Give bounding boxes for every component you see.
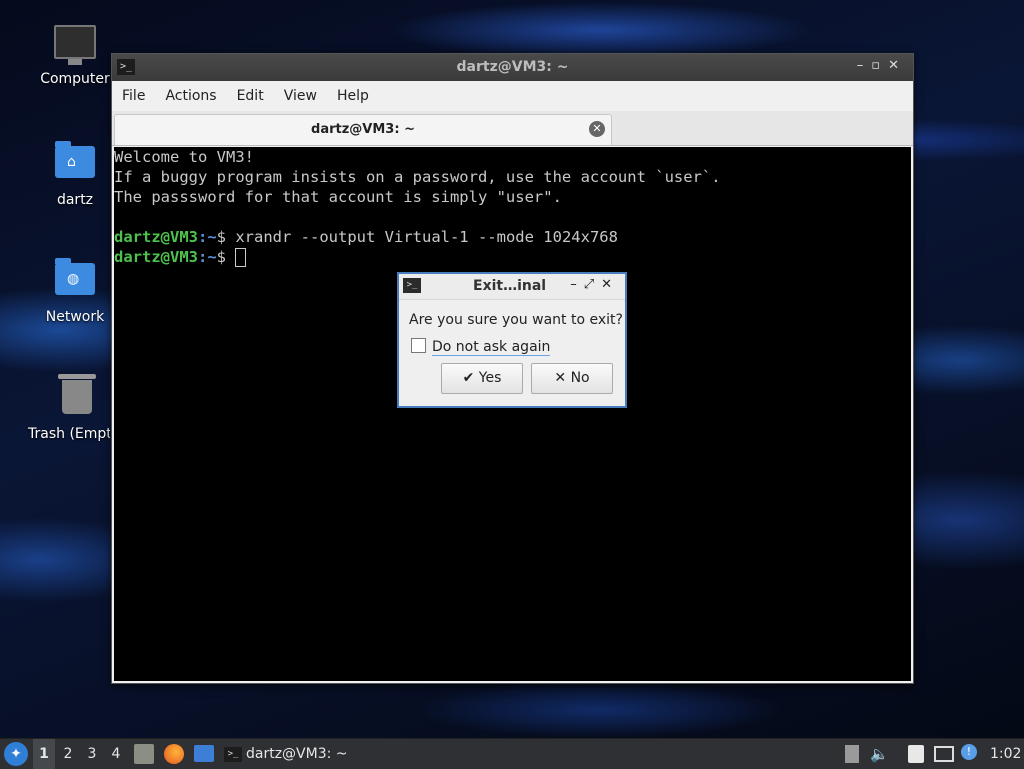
terminal-prompt-line: dartz@VM3:~$	[114, 247, 911, 267]
terminal-command-line: dartz@VM3:~$ xrandr --output Virtual-1 -…	[114, 227, 911, 247]
dialog-title: Exit…inal	[473, 278, 547, 294]
computer-icon	[53, 25, 97, 65]
yes-button-label: Yes	[478, 370, 502, 386]
workspace-1[interactable]: 1	[33, 739, 55, 769]
no-button-label: No	[570, 370, 590, 386]
start-menu-icon[interactable]: ✦	[4, 742, 28, 766]
minimize-button[interactable]: –	[857, 58, 872, 73]
tab-terminal[interactable]: dartz@VM3: ~ ✕	[114, 114, 612, 145]
checkbox-box[interactable]	[411, 338, 426, 353]
prompt-symbol: $	[216, 228, 227, 246]
terminal-icon: >_	[403, 278, 421, 293]
clipboard-icon[interactable]	[908, 745, 924, 763]
terminal-line: Welcome to VM3!	[114, 148, 254, 166]
maximize-button[interactable]: ▫	[871, 58, 888, 73]
terminal-line: The passsword for that account is simply…	[114, 188, 562, 206]
dialog-titlebar[interactable]: >_ Exit…inal –⤢✕	[399, 274, 625, 300]
desktop-icon[interactable]	[194, 745, 214, 762]
menu-actions[interactable]: Actions	[155, 81, 226, 104]
no-button[interactable]: ✕ No	[531, 363, 613, 394]
file-manager-icon[interactable]	[134, 744, 154, 764]
menu-edit[interactable]: Edit	[227, 81, 274, 104]
terminal-line: If a buggy program insists on a password…	[114, 168, 721, 186]
terminal-output[interactable]: Welcome to VM3! If a buggy program insis…	[114, 147, 911, 681]
network-folder-icon: ◍	[53, 258, 97, 303]
yes-button[interactable]: ✔ Yes	[441, 363, 523, 394]
menubar: File Actions Edit View Help	[112, 81, 913, 111]
desktop-icon-trash[interactable]: Trash (Empty)	[0, 374, 110, 442]
menu-view[interactable]: View	[274, 81, 327, 104]
volume-icon[interactable]: 🔈	[870, 739, 889, 769]
do-not-ask-checkbox[interactable]: Do not ask again	[411, 338, 551, 356]
prompt-path: :~	[198, 248, 217, 266]
clock[interactable]: 1:02	[990, 739, 1021, 769]
taskbar: ✦ 1 2 3 4 >_ dartz@VM3: ~ 🔈 ! 1:02	[0, 738, 1024, 769]
trash-icon	[55, 374, 99, 420]
window-title: dartz@VM3: ~	[456, 59, 569, 75]
minimize-button[interactable]: –	[570, 277, 584, 292]
dialog-question: Are you sure you want to exit?	[409, 312, 623, 328]
task-label: dartz@VM3: ~	[246, 746, 348, 762]
workspace-4[interactable]: 4	[105, 739, 127, 769]
firefox-icon[interactable]	[164, 744, 184, 764]
prompt-path: :~	[198, 228, 217, 246]
close-button[interactable]: ✕	[601, 277, 619, 292]
workspace-2[interactable]: 2	[57, 739, 79, 769]
menu-file[interactable]: File	[112, 81, 155, 104]
window-titlebar[interactable]: >_ dartz@VM3: ~ –▫✕	[112, 54, 913, 81]
x-icon: ✕	[554, 370, 567, 386]
prompt-symbol: $	[216, 248, 227, 266]
menu-help[interactable]: Help	[327, 81, 379, 104]
home-folder-icon: ⌂	[53, 141, 97, 186]
tab-title: dartz@VM3: ~	[311, 122, 415, 137]
workspace-3[interactable]: 3	[81, 739, 103, 769]
tab-bar: dartz@VM3: ~ ✕	[112, 111, 913, 146]
text-cursor	[235, 248, 247, 267]
dialog-controls: –⤢✕	[570, 277, 619, 292]
prompt-user: dartz@VM3	[114, 248, 198, 266]
prompt-user: dartz@VM3	[114, 228, 198, 246]
check-icon: ✔	[462, 370, 475, 386]
desktop-icon-label: Trash (Empty)	[28, 426, 110, 442]
network-icon[interactable]	[934, 746, 954, 762]
checkbox-label[interactable]: Do not ask again	[432, 339, 551, 356]
close-button[interactable]: ✕	[888, 58, 907, 73]
updates-icon[interactable]	[845, 745, 859, 763]
window-controls: –▫✕	[857, 58, 907, 73]
terminal-icon: >_	[224, 746, 242, 762]
command-text: xrandr --output Virtual-1 --mode 1024x76…	[226, 228, 618, 246]
maximize-button[interactable]: ⤢	[584, 277, 601, 292]
tab-close-icon[interactable]: ✕	[589, 121, 605, 137]
task-terminal[interactable]: >_ dartz@VM3: ~	[224, 739, 424, 769]
exit-dialog: >_ Exit…inal –⤢✕ Are you sure you want t…	[397, 272, 627, 408]
notification-icon[interactable]: !	[961, 744, 977, 760]
